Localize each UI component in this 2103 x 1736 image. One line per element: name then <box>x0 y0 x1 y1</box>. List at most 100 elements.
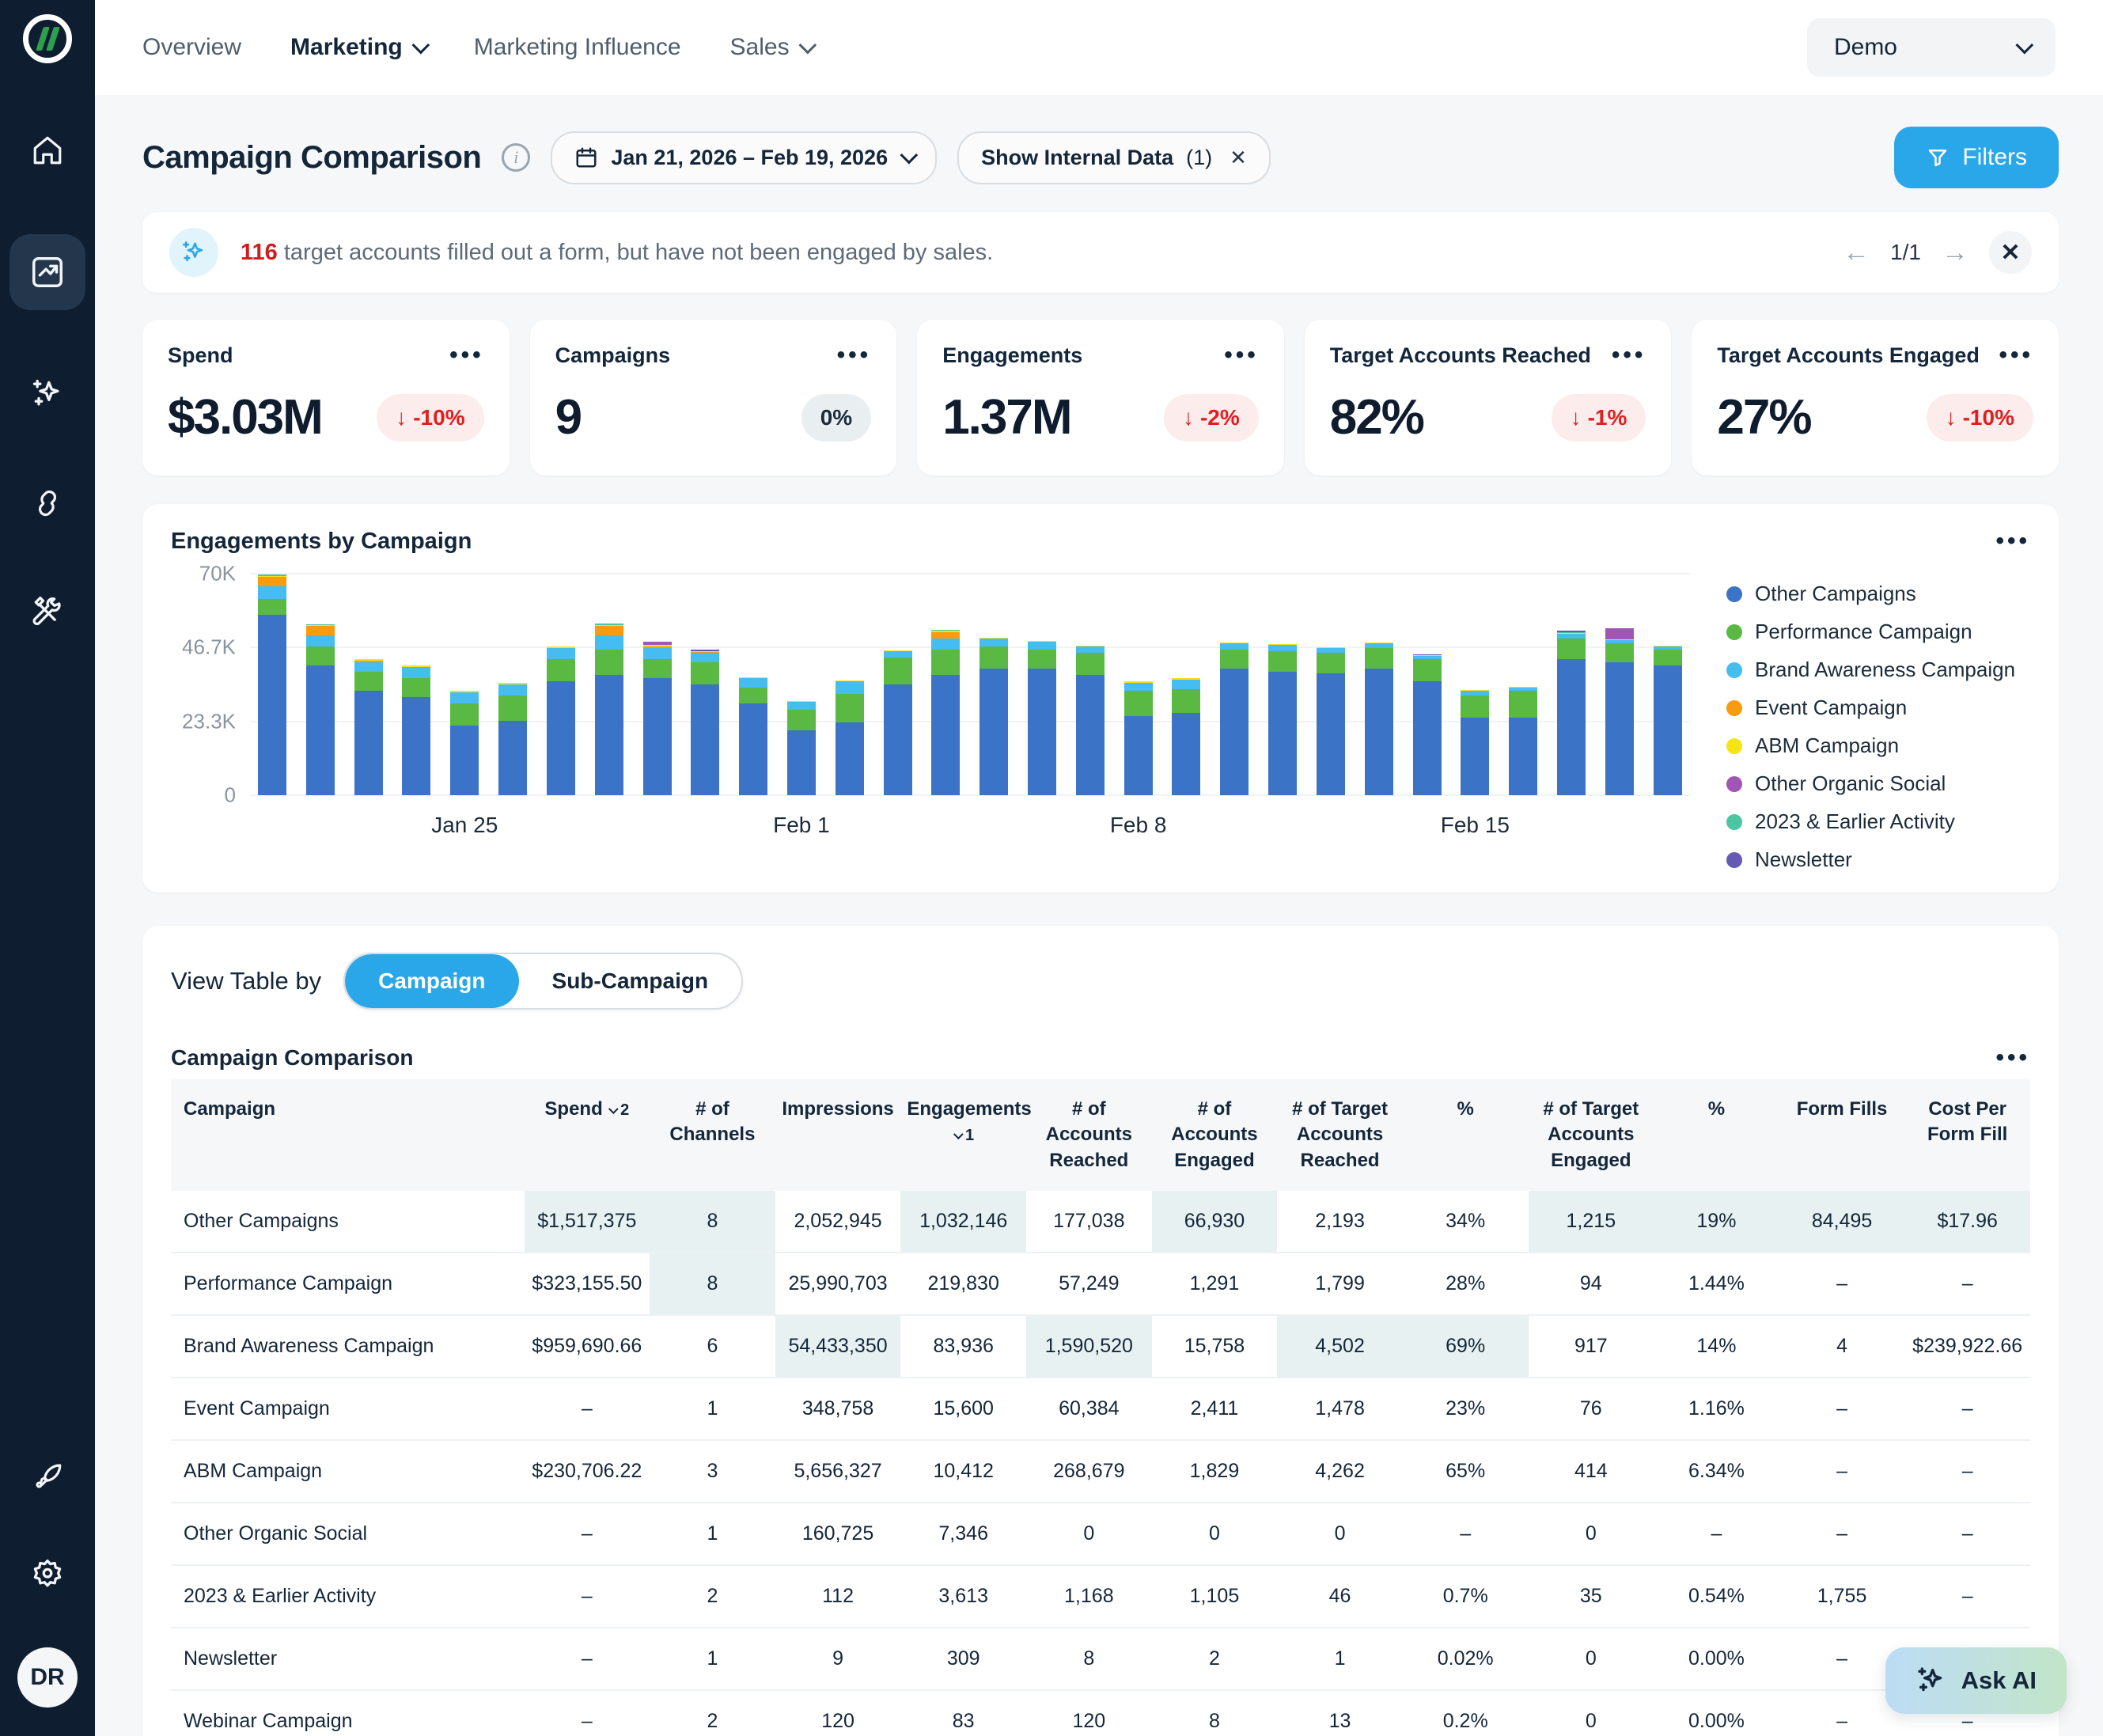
bar-feb-17[interactable] <box>1557 631 1586 795</box>
col-header[interactable]: Impressions <box>775 1079 901 1191</box>
legend-item[interactable]: 2023 & Earlier Activity <box>1726 809 2030 834</box>
bar-feb-16[interactable] <box>1509 687 1537 795</box>
bar-feb-8[interactable] <box>1124 681 1153 795</box>
bar-feb-11[interactable] <box>1268 644 1297 795</box>
bar-jan-22[interactable] <box>306 624 335 795</box>
kpi-menu-button[interactable]: ••• <box>1224 342 1259 369</box>
bar-feb-13[interactable] <box>1365 642 1393 795</box>
chart-menu-button[interactable]: ••• <box>1995 528 2030 555</box>
table-menu-button[interactable]: ••• <box>1995 1044 2030 1071</box>
bar-feb-19[interactable] <box>1654 646 1682 795</box>
sparkles-icon[interactable] <box>22 369 73 419</box>
col-header[interactable]: % <box>1403 1079 1529 1191</box>
legend-item[interactable]: Event Campaign <box>1726 696 2030 720</box>
toggle-campaign[interactable]: Campaign <box>345 954 518 1008</box>
legend-item[interactable]: ABM Campaign <box>1726 733 2030 758</box>
table-row[interactable]: ABM Campaign$230,706.2235,656,32710,4122… <box>171 1440 2030 1503</box>
col-header[interactable]: Engagements 1 <box>900 1079 1026 1191</box>
table-row[interactable]: Performance Campaign$323,155.50825,990,7… <box>171 1253 2030 1315</box>
gear-icon[interactable] <box>22 1549 73 1600</box>
engagements-chart-card: Engagements by Campaign ••• 70K46.7K23.3… <box>142 504 2059 893</box>
col-header[interactable]: Spend 2 <box>525 1079 650 1191</box>
col-header[interactable]: % <box>1654 1079 1779 1191</box>
bar-jan-30[interactable] <box>691 650 719 795</box>
avatar[interactable]: DR <box>17 1647 78 1708</box>
kpi-menu-button[interactable]: ••• <box>1612 342 1646 369</box>
table-row[interactable]: Brand Awareness Campaign$959,690.66654,4… <box>171 1315 2030 1378</box>
legend-item[interactable]: Newsletter <box>1726 847 2030 872</box>
bar-jan-24[interactable] <box>402 665 430 795</box>
legend-item[interactable]: Brand Awareness Campaign <box>1726 658 2030 682</box>
next-arrow-icon[interactable]: → <box>1942 237 1968 268</box>
table-row[interactable]: Other Organic Social–1160,7257,346000–0–… <box>171 1503 2030 1565</box>
bar-feb-3[interactable] <box>884 650 912 795</box>
bar-jan-26[interactable] <box>498 683 527 795</box>
table-row[interactable]: Newsletter–193098210.02%00.00%–– <box>171 1628 2030 1690</box>
bar-jan-23[interactable] <box>354 659 383 795</box>
table-row[interactable]: Other Campaigns$1,517,37582,052,9451,032… <box>171 1191 2030 1253</box>
col-header[interactable]: # of Target Accounts Reached <box>1277 1079 1403 1191</box>
legend-item[interactable]: Other Campaigns <box>1726 582 2030 606</box>
legend-item[interactable]: Performance Campaign <box>1726 620 2030 644</box>
bar-feb-10[interactable] <box>1220 642 1249 795</box>
bar-feb-1[interactable] <box>787 701 816 795</box>
bar-jan-29[interactable] <box>643 642 672 795</box>
bar-jan-21[interactable] <box>258 574 286 795</box>
table-row[interactable]: 2023 & Earlier Activity–21123,6131,1681,… <box>171 1565 2030 1628</box>
tools-icon[interactable] <box>22 587 73 638</box>
bar-segment <box>931 632 960 639</box>
kpi-menu-button[interactable]: ••• <box>449 342 484 369</box>
table-row[interactable]: Webinar Campaign–2120831208130.2%00.00%–… <box>171 1690 2030 1736</box>
nav-item-overview[interactable]: Overview <box>142 34 241 61</box>
arrow-down-icon: ↓ <box>1946 405 1957 430</box>
bar-feb-2[interactable] <box>836 680 864 795</box>
bar-jan-25[interactable] <box>450 691 479 795</box>
analytics-icon[interactable] <box>9 234 85 310</box>
bar-feb-7[interactable] <box>1076 646 1105 795</box>
col-header[interactable]: # of Target Accounts Engaged <box>1529 1079 1654 1191</box>
bar-feb-14[interactable] <box>1413 654 1442 795</box>
info-icon[interactable]: i <box>502 143 530 172</box>
date-range-picker[interactable]: Jan 21, 2026 – Feb 19, 2026 <box>551 131 937 184</box>
kpi-menu-button[interactable]: ••• <box>837 342 872 369</box>
company-logo[interactable] <box>23 14 72 63</box>
bar-feb-4[interactable] <box>931 630 960 795</box>
bar-feb-9[interactable] <box>1172 678 1200 795</box>
filters-button[interactable]: Filters <box>1894 127 2059 188</box>
bar-feb-6[interactable] <box>1028 641 1056 795</box>
bar-jan-31[interactable] <box>739 677 767 795</box>
workspace-dropdown[interactable]: Demo <box>1807 18 2056 77</box>
bar-feb-18[interactable] <box>1605 628 1634 795</box>
row-cell: 2,193 <box>1277 1191 1403 1253</box>
table-row[interactable]: Event Campaign–1348,75815,60060,3842,411… <box>171 1378 2030 1440</box>
bar-feb-5[interactable] <box>980 638 1008 795</box>
row-cell: 84,495 <box>1779 1191 1905 1253</box>
nav-item-sales[interactable]: Sales <box>730 34 812 61</box>
bar-feb-15[interactable] <box>1461 690 1489 795</box>
col-header[interactable]: Cost Per Form Fill <box>1904 1079 2030 1191</box>
row-cell: 1,215 <box>1529 1191 1654 1253</box>
col-header[interactable]: # of Accounts Reached <box>1026 1079 1152 1191</box>
internal-data-chip[interactable]: Show Internal Data (1) ✕ <box>957 131 1271 184</box>
col-header[interactable]: Campaign <box>171 1079 525 1191</box>
kpi-menu-button[interactable]: ••• <box>1999 342 2033 369</box>
nav-item-marketing-influence[interactable]: Marketing Influence <box>474 34 681 61</box>
close-icon[interactable]: ✕ <box>1230 146 1247 170</box>
legend-item[interactable]: Other Organic Social <box>1726 771 2030 796</box>
close-icon[interactable]: ✕ <box>1989 231 2032 274</box>
link-icon[interactable] <box>22 478 73 529</box>
bar-segment <box>1028 650 1056 669</box>
prev-arrow-icon[interactable]: ← <box>1843 237 1870 268</box>
rocket-icon[interactable] <box>22 1451 73 1502</box>
bar-jan-27[interactable] <box>547 646 575 795</box>
col-header[interactable]: # of Channels <box>650 1079 775 1191</box>
bar-segment <box>1605 662 1634 795</box>
col-header[interactable]: Form Fills <box>1779 1079 1905 1191</box>
bar-jan-28[interactable] <box>595 624 623 795</box>
ask-ai-button[interactable]: Ask AI <box>1885 1647 2067 1714</box>
home-icon[interactable] <box>22 125 73 176</box>
bar-feb-12[interactable] <box>1317 647 1345 795</box>
col-header[interactable]: # of Accounts Engaged <box>1152 1079 1278 1191</box>
toggle-sub-campaign[interactable]: Sub-Campaign <box>519 954 742 1008</box>
nav-item-marketing[interactable]: Marketing <box>290 34 425 61</box>
